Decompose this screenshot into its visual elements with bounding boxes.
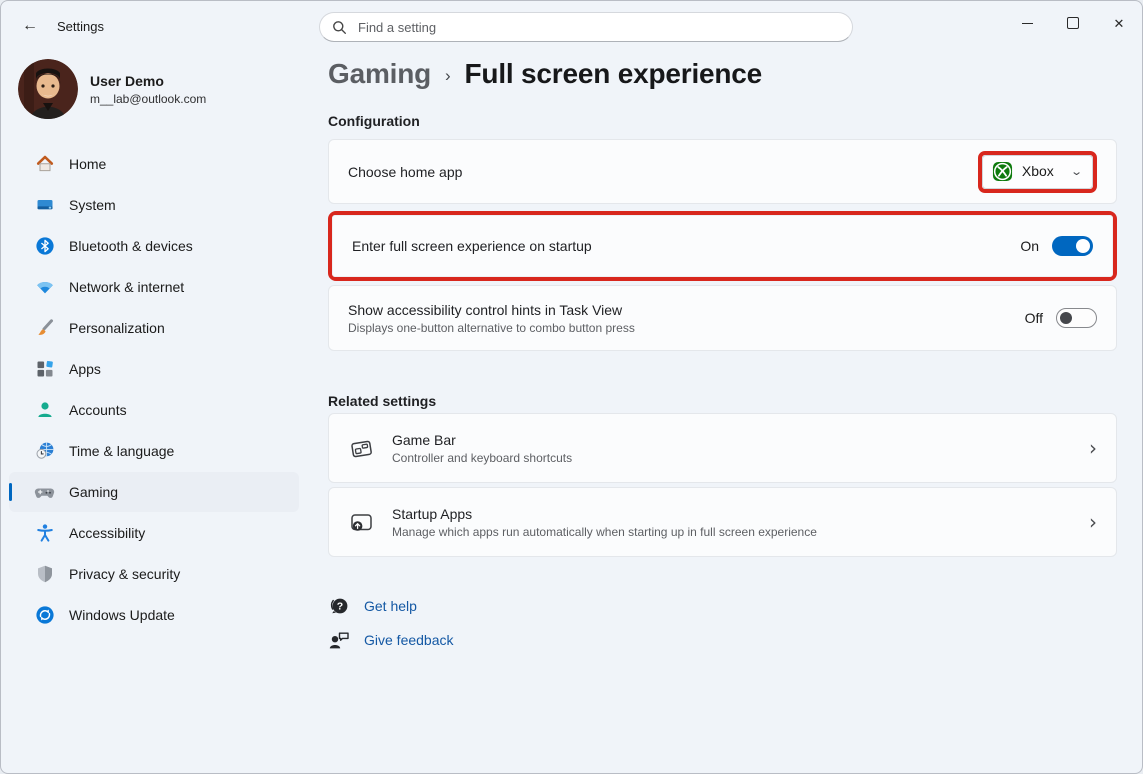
setting-label: Enter full screen experience on startup (352, 238, 592, 254)
sidebar-item-label: Accounts (69, 402, 127, 418)
home-icon (34, 154, 55, 175)
network-icon (34, 277, 55, 298)
accessibility-hints-toggle[interactable] (1056, 308, 1097, 328)
get-help-link[interactable]: ? Get help (328, 593, 417, 618)
gaming-icon (34, 482, 55, 503)
profile-email: m__lab@outlook.com (90, 91, 207, 106)
chevron-down-icon: ⌄ (1069, 165, 1083, 178)
user-profile[interactable]: User Demo m__lab@outlook.com (18, 59, 206, 119)
privacy-icon (34, 564, 55, 585)
breadcrumb-parent[interactable]: Gaming (328, 58, 431, 90)
sidebar-item-label: Network & internet (69, 279, 185, 295)
sidebar-item-label: Privacy & security (69, 566, 181, 582)
sidebar-item-accounts[interactable]: Accounts (9, 390, 299, 430)
footer-links: ? Get help Give feedback (328, 593, 1117, 652)
fullscreen-startup-toggle[interactable] (1052, 236, 1093, 256)
setting-description: Displays one-button alternative to combo… (348, 320, 635, 335)
startup-apps-icon (348, 509, 375, 536)
main-content: Gaming › Full screen experience Configur… (328, 1, 1117, 652)
page-title: Full screen experience (464, 58, 763, 89)
breadcrumb-separator-icon: › (445, 65, 451, 85)
sidebar-item-time-language[interactable]: Time & language (9, 431, 299, 471)
setting-row-fullscreen-startup: Enter full screen experience on startup … (332, 215, 1113, 277)
related-row-game-bar[interactable]: Game Bar Controller and keyboard shortcu… (328, 413, 1117, 483)
bluetooth-icon (34, 236, 55, 257)
chevron-right-icon: › (1089, 510, 1097, 534)
toggle-knob (1060, 312, 1072, 324)
toggle-state-label: On (1020, 238, 1039, 254)
sidebar-item-home[interactable]: Home (9, 144, 299, 184)
app-title: Settings (57, 19, 104, 34)
related-title: Startup Apps (392, 505, 473, 522)
breadcrumb: Gaming › Full screen experience (328, 58, 1117, 90)
sidebar-item-label: Gaming (69, 484, 119, 500)
sidebar-item-label: Time & language (69, 443, 175, 459)
related-row-startup-apps[interactable]: Startup Apps Manage which apps run autom… (328, 487, 1117, 557)
system-icon (34, 195, 55, 216)
personalization-icon (34, 318, 55, 339)
time-language-icon (34, 441, 55, 462)
setting-label: Show accessibility control hints in Task… (348, 301, 623, 318)
profile-name: User Demo (90, 72, 164, 89)
setting-label: Choose home app (348, 163, 463, 180)
sidebar-item-label: Apps (69, 361, 101, 377)
setting-row-accessibility-hints: Show accessibility control hints in Task… (328, 285, 1117, 351)
svg-text:?: ? (337, 600, 343, 612)
sidebar-item-personalization[interactable]: Personalization (9, 308, 299, 348)
profile-text: User Demo m__lab@outlook.com (90, 73, 206, 106)
accounts-icon (34, 400, 55, 421)
related-title: Game Bar (392, 431, 456, 448)
sidebar-item-network-internet[interactable]: Network & internet (9, 267, 299, 307)
sidebar-item-label: Bluetooth & devices (69, 238, 193, 254)
toggle-knob (1076, 239, 1090, 253)
chevron-right-icon: › (1089, 436, 1097, 460)
apps-icon (34, 359, 55, 380)
sidebar-item-gaming[interactable]: Gaming (9, 472, 299, 512)
sidebar-item-label: Windows Update (69, 607, 175, 623)
sidebar-nav: Home System Bluetooth & devices Network … (6, 143, 302, 636)
get-help-icon: ? (328, 595, 350, 617)
windows-update-icon (34, 605, 55, 626)
sidebar-item-privacy-security[interactable]: Privacy & security (9, 554, 299, 594)
sidebar-item-system[interactable]: System (9, 185, 299, 225)
back-arrow-icon: ← (22, 17, 38, 34)
related-text: Game Bar Controller and keyboard shortcu… (392, 432, 572, 465)
give-feedback-link[interactable]: Give feedback (328, 627, 454, 652)
accessibility-icon (34, 523, 55, 544)
related-subtitle: Manage which apps run automatically when… (392, 524, 817, 539)
home-app-dropdown-value: Xbox (1021, 163, 1054, 179)
game-bar-icon (348, 435, 375, 462)
sidebar-item-label: Home (69, 156, 107, 172)
related-subtitle: Controller and keyboard shortcuts (392, 450, 573, 465)
sidebar-item-apps[interactable]: Apps (9, 349, 299, 389)
give-feedback-icon (328, 629, 350, 651)
sidebar-item-accessibility[interactable]: Accessibility (9, 513, 299, 553)
settings-window: ← Settings ✕ (0, 0, 1143, 774)
sidebar-item-label: Accessibility (69, 525, 146, 541)
xbox-icon (992, 161, 1013, 182)
sidebar-item-label: Personalization (69, 320, 165, 336)
get-help-label: Get help (364, 597, 417, 614)
give-feedback-label: Give feedback (364, 631, 454, 648)
sidebar-item-windows-update[interactable]: Windows Update (9, 595, 299, 635)
sidebar-item-label: System (69, 197, 116, 213)
back-button[interactable]: ← (15, 13, 45, 39)
annotation-highlight-dropdown: Xbox ⌄ (977, 150, 1097, 193)
section-title-related-settings: Related settings (328, 393, 437, 409)
sidebar-item-bluetooth-devices[interactable]: Bluetooth & devices (9, 226, 299, 266)
toggle-state-label: Off (1024, 310, 1043, 326)
setting-text: Show accessibility control hints in Task… (348, 302, 635, 335)
avatar (18, 59, 78, 119)
annotation-highlight-row: Enter full screen experience on startup … (328, 211, 1117, 281)
setting-row-choose-home-app: Choose home app Xbox ⌄ (328, 139, 1117, 204)
home-app-dropdown[interactable]: Xbox ⌄ (981, 154, 1093, 189)
related-text: Startup Apps Manage which apps run autom… (392, 506, 817, 539)
section-title-configuration: Configuration (328, 113, 420, 129)
